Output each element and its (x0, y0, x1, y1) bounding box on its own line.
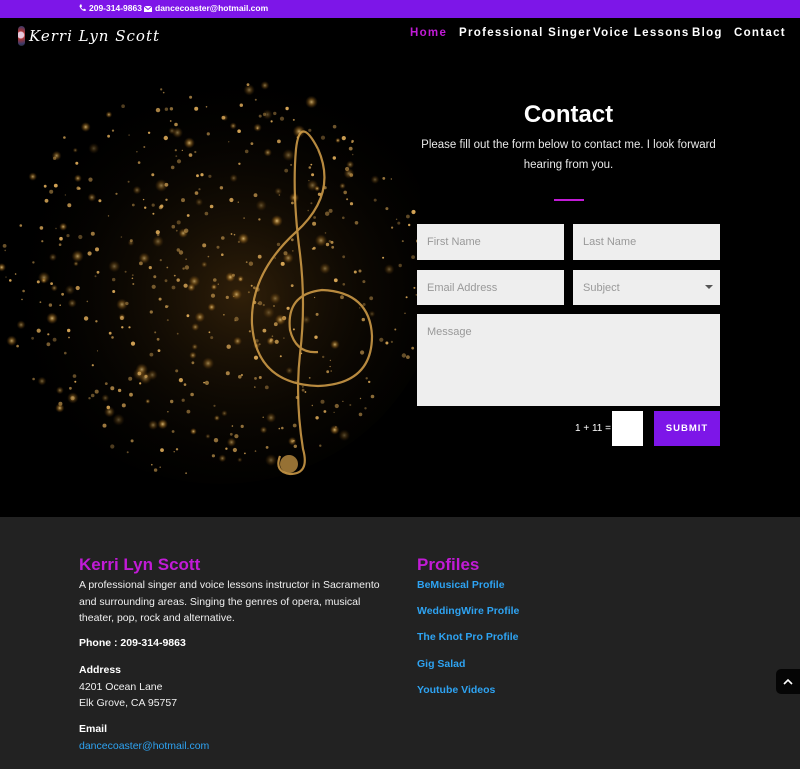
footer-about-title: Kerri Lyn Scott (79, 555, 201, 574)
captcha-question: 1 + 11 = (575, 423, 611, 434)
chevron-up-icon (783, 678, 793, 685)
contact-title: Contact (523, 101, 614, 128)
email-icon (144, 6, 152, 12)
subject-placeholder: Subject (583, 281, 620, 294)
topbar-email-text: dancecoaster@hotmail.com (155, 3, 269, 13)
footer-email-heading: Email (79, 723, 108, 735)
nav-blog[interactable]: Blog (692, 27, 723, 39)
message-placeholder: Message (427, 326, 472, 338)
footer-address-line2: Elk Grove, CA 95757 (79, 697, 178, 709)
last-name-input[interactable]: Last Name (573, 224, 720, 260)
dropdown-arrow-icon (705, 285, 713, 289)
site-header: Kerri Lyn Scott Home Professional Singer… (0, 18, 800, 54)
nav-home[interactable]: Home (410, 27, 447, 39)
profile-link-bemusical[interactable]: BeMusical Profile (417, 579, 505, 591)
profile-link-youtube[interactable]: Youtube Videos (417, 684, 495, 696)
top-bar: 209-314-9863 dancecoaster@hotmail.com (0, 0, 800, 18)
first-name-input[interactable]: First Name (417, 224, 564, 260)
footer-about-text: A professional singer and voice lessons … (79, 579, 380, 624)
nav-professional-singer[interactable]: Professional Singer (459, 27, 592, 39)
treble-clef-image (0, 64, 420, 484)
message-textarea[interactable]: Message (417, 314, 720, 406)
profile-link-gig-salad[interactable]: Gig Salad (417, 658, 465, 670)
topbar-email[interactable]: dancecoaster@hotmail.com (144, 3, 268, 13)
footer-address-line1: 4201 Ocean Lane (79, 681, 163, 693)
footer-address-heading: Address (79, 664, 122, 676)
subject-select[interactable]: Subject (573, 270, 720, 305)
submit-button[interactable]: SUBMIT (654, 411, 720, 446)
logo[interactable]: Kerri Lyn Scott (18, 25, 160, 47)
nav-contact[interactable]: Contact (734, 27, 786, 39)
topbar-phone[interactable]: 209-314-9863 (79, 3, 142, 13)
contact-intro: Please fill out the form below to contac… (421, 139, 716, 171)
nav-voice-lessons[interactable]: Voice Lessons (593, 27, 690, 39)
profile-link-the-knot[interactable]: The Knot Pro Profile (417, 631, 519, 643)
captcha-input[interactable] (612, 411, 643, 446)
email-placeholder: Email Address (427, 281, 498, 294)
back-to-top-button[interactable] (776, 669, 800, 694)
profile-link-weddingwire[interactable]: WeddingWire Profile (417, 605, 519, 617)
phone-icon (79, 4, 86, 12)
footer-profiles-title: Profiles (417, 555, 480, 574)
logo-text: Kerri Lyn Scott (29, 27, 160, 45)
footer-phone: Phone : 209-314-9863 (79, 637, 186, 649)
last-name-placeholder: Last Name (583, 236, 637, 248)
email-input[interactable]: Email Address (417, 270, 564, 305)
title-divider (554, 199, 584, 201)
footer-email-link[interactable]: dancecoaster@hotmail.com (79, 740, 209, 752)
logo-image (18, 26, 26, 46)
first-name-placeholder: First Name (427, 236, 481, 248)
topbar-phone-text: 209-314-9863 (89, 3, 142, 13)
